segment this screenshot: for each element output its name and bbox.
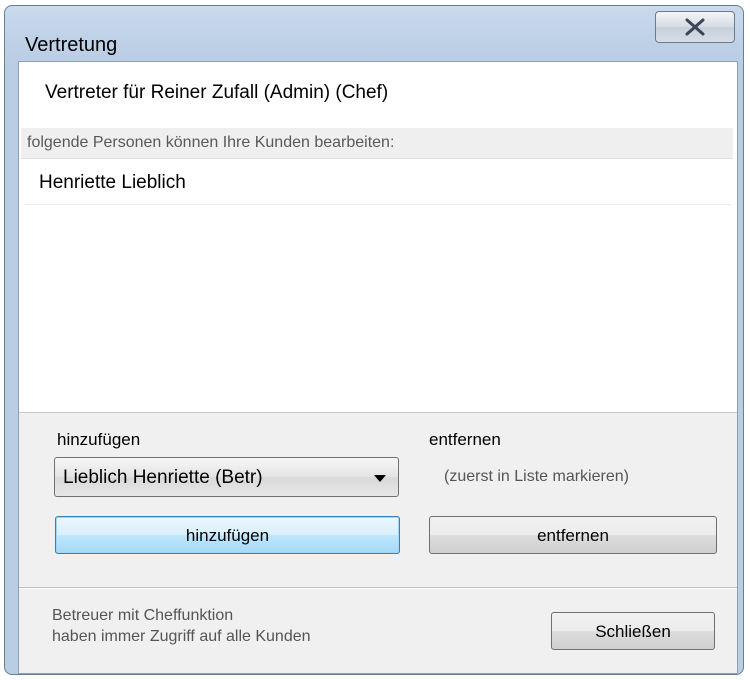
- representatives-list[interactable]: folgende Personen können Ihre Kunden bea…: [19, 124, 737, 413]
- header-bar: Vertreter für Reiner Zufall (Admin) (Che…: [19, 62, 737, 125]
- window-title: Vertretung: [25, 34, 118, 56]
- list-item[interactable]: Henriette Lieblich: [25, 162, 731, 205]
- chevron-down-icon: [374, 475, 386, 482]
- add-button-label: hinzufügen: [185, 526, 270, 545]
- add-button[interactable]: hinzufügen: [55, 516, 400, 554]
- close-icon: [685, 18, 705, 36]
- footer-note: Betreuer mit Cheffunktion haben immer Zu…: [52, 605, 311, 647]
- remove-label: entfernen: [429, 430, 501, 449]
- person-select[interactable]: Lieblich Henriette (Betr): [54, 457, 399, 497]
- remove-hint: (zuerst in Liste markieren): [444, 468, 629, 485]
- footer-note-line1: Betreuer mit Cheffunktion: [52, 607, 234, 624]
- remove-button[interactable]: entfernen: [429, 516, 717, 554]
- window-close-button[interactable]: [655, 11, 735, 43]
- remove-button-label: entfernen: [537, 526, 609, 545]
- representative-heading: Vertreter für Reiner Zufall (Admin) (Che…: [45, 82, 389, 103]
- dialog-window: Vertretung Vertreter für Reiner Zufall (…: [4, 5, 744, 675]
- close-button-label: Schließen: [595, 622, 671, 641]
- person-select-value: Lieblich Henriette (Betr): [63, 467, 263, 488]
- list-caption: folgende Personen können Ihre Kunden bea…: [21, 128, 733, 159]
- dialog-client-area: Vertreter für Reiner Zufall (Admin) (Che…: [18, 61, 738, 674]
- list-caption-text: folgende Personen können Ihre Kunden bea…: [27, 134, 395, 151]
- close-button[interactable]: Schließen: [551, 612, 715, 650]
- footer-note-line2: haben immer Zugriff auf alle Kunden: [52, 628, 311, 645]
- footer-divider: [19, 587, 737, 589]
- add-label: hinzufügen: [57, 430, 141, 449]
- list-item-label: Henriette Lieblich: [39, 172, 186, 193]
